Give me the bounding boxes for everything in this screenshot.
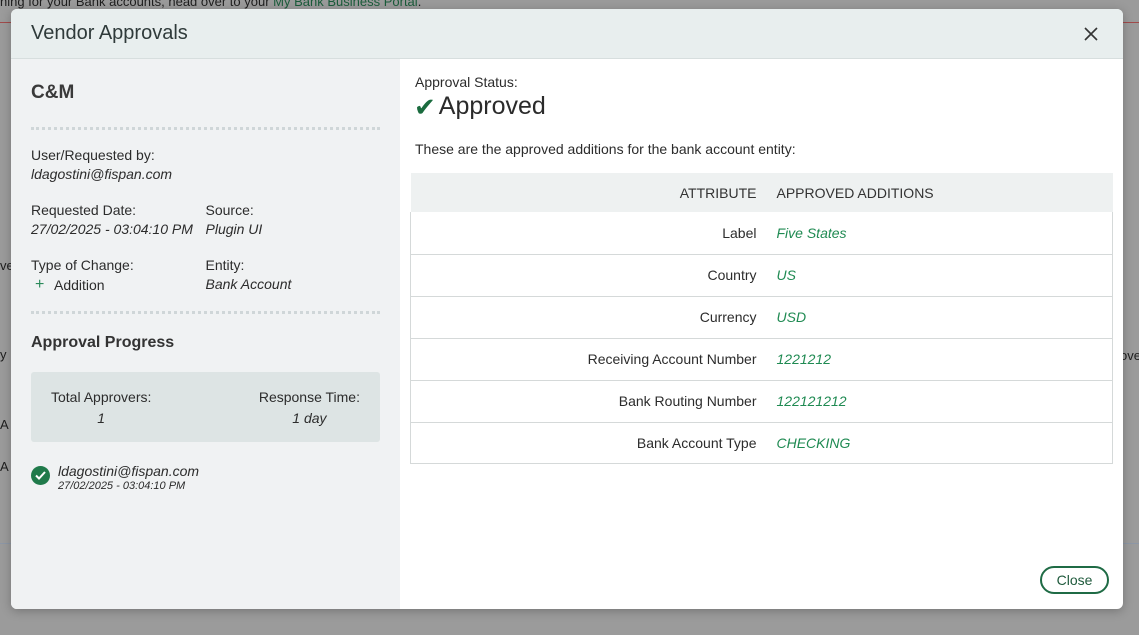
background-notice: hing for your Bank accounts, head over t… bbox=[0, 0, 421, 9]
plus-icon: + bbox=[35, 276, 45, 293]
type-of-change-label: Type of Change: bbox=[31, 257, 134, 273]
additions-table: ATTRIBUTE APPROVED ADDITIONS Label Five … bbox=[410, 173, 1113, 464]
requested-date-label: Requested Date: bbox=[31, 202, 137, 218]
close-button[interactable]: Close bbox=[1040, 566, 1109, 594]
attribute-cell: Currency bbox=[699, 309, 757, 325]
approver-date: 27/02/2025 - 03:04:10 PM bbox=[58, 480, 186, 492]
approval-status: ✔ Approved bbox=[414, 92, 1113, 121]
attribute-cell: Receiving Account Number bbox=[587, 351, 757, 367]
divider bbox=[31, 127, 380, 130]
total-approvers: Total Approvers: 1 bbox=[51, 389, 151, 442]
close-icon[interactable] bbox=[1079, 22, 1103, 46]
table-row: Label Five States bbox=[410, 212, 1113, 254]
modal-body: C&M User/Requested by: ldagostini@fispan… bbox=[11, 59, 1123, 609]
source-label: Source: bbox=[205, 202, 254, 218]
background-fragment: y bbox=[0, 347, 7, 362]
notice-text: hing for your Bank accounts, head over t… bbox=[0, 0, 274, 9]
entity-name: C&M bbox=[31, 82, 75, 103]
response-time: Response Time: 1 day bbox=[259, 389, 360, 442]
modal-title: Vendor Approvals bbox=[31, 22, 188, 44]
attribute-cell: Label bbox=[722, 224, 757, 241]
background-fragment: A bbox=[0, 459, 9, 474]
table-row: Country US bbox=[410, 254, 1113, 296]
date-source-row: Requested Date: 27/02/2025 - 03:04:10 PM… bbox=[31, 202, 380, 237]
value-cell: 1221212 bbox=[776, 351, 832, 367]
requested-by-value: ldagostini@fispan.com bbox=[31, 166, 173, 182]
requested-by-group: User/Requested by: ldagostini@fispan.com bbox=[31, 147, 380, 182]
response-time-value: 1 day bbox=[292, 410, 327, 426]
table-row: Bank Account Type CHECKING bbox=[410, 422, 1113, 463]
approval-stats: Total Approvers: 1 Response Time: 1 day bbox=[31, 372, 380, 442]
value-cell: Five States bbox=[776, 224, 847, 241]
value-cell: USD bbox=[776, 309, 807, 325]
requested-by-label: User/Requested by: bbox=[31, 147, 155, 163]
column-header-attribute: ATTRIBUTE bbox=[679, 184, 757, 201]
requested-date-value: 27/02/2025 - 03:04:10 PM bbox=[31, 221, 193, 237]
type-of-change-text: Addition bbox=[54, 277, 105, 293]
vendor-approvals-modal: Vendor Approvals C&M User/Requested by: … bbox=[11, 9, 1123, 609]
table-row: Receiving Account Number 1221212 bbox=[410, 338, 1113, 380]
approval-status-label: Approval Status: bbox=[415, 74, 518, 90]
additions-description: These are the approved additions for the… bbox=[415, 141, 796, 157]
attribute-cell: Bank Account Type bbox=[636, 434, 757, 451]
check-circle-icon bbox=[31, 466, 50, 485]
approval-progress-title: Approval Progress bbox=[31, 334, 175, 351]
table-row: Bank Routing Number 122121212 bbox=[410, 380, 1113, 422]
attribute-cell: Country bbox=[707, 267, 757, 283]
value-cell: 122121212 bbox=[776, 393, 847, 409]
entity-label: Entity: bbox=[205, 257, 245, 273]
entity-value: Bank Account bbox=[205, 276, 292, 292]
type-entity-row: Type of Change: + Addition Entity: Bank … bbox=[31, 257, 380, 294]
divider bbox=[31, 311, 380, 314]
attribute-cell: Bank Routing Number bbox=[618, 393, 757, 409]
table-row: Currency USD bbox=[410, 296, 1113, 338]
total-approvers-label: Total Approvers: bbox=[51, 389, 152, 405]
value-cell: CHECKING bbox=[776, 434, 851, 451]
portal-link[interactable]: My Bank Business Portal bbox=[273, 0, 418, 9]
background-fragment: A bbox=[0, 417, 9, 432]
approver-email: ldagostini@fispan.com bbox=[58, 463, 200, 479]
approval-panel: Approval Status: ✔ Approved These are th… bbox=[400, 59, 1123, 609]
approver-entry: ldagostini@fispan.com 27/02/2025 - 03:04… bbox=[31, 463, 380, 492]
type-of-change-value: + Addition bbox=[31, 276, 206, 294]
notice-suffix: . bbox=[417, 0, 422, 9]
approval-status-value: Approved bbox=[438, 92, 546, 120]
modal-header: Vendor Approvals bbox=[11, 9, 1123, 59]
column-header-additions: APPROVED ADDITIONS bbox=[776, 184, 934, 201]
details-panel: C&M User/Requested by: ldagostini@fispan… bbox=[11, 59, 400, 609]
response-time-label: Response Time: bbox=[258, 389, 360, 405]
table-header-row: ATTRIBUTE APPROVED ADDITIONS bbox=[410, 173, 1113, 212]
source-value: Plugin UI bbox=[205, 221, 263, 237]
value-cell: US bbox=[776, 267, 796, 283]
checkmark-icon: ✔ bbox=[414, 91, 436, 122]
total-approvers-value: 1 bbox=[97, 410, 106, 426]
